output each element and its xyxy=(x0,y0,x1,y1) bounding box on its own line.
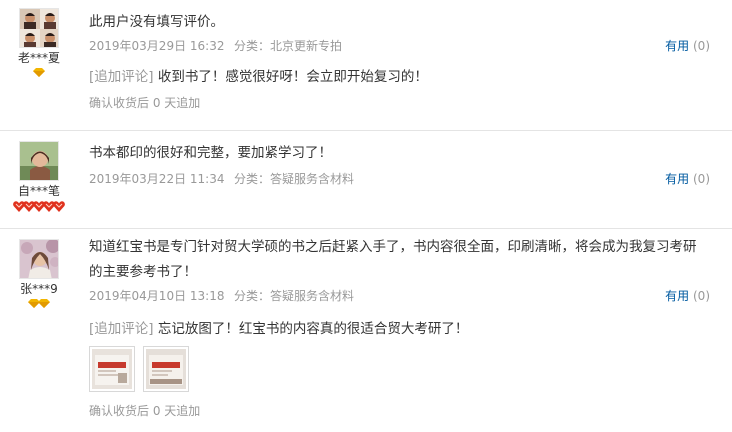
reviewer-info: 自***笔 xyxy=(0,141,78,213)
review-content: 此用户没有填写评价。 xyxy=(89,14,224,30)
review-images xyxy=(89,346,719,394)
useful-button[interactable]: 有用 xyxy=(665,39,689,53)
avatar[interactable] xyxy=(19,141,59,181)
reviewer-info: 老***夏 xyxy=(0,8,78,80)
append-timing: 确认收货后 0 天追加 xyxy=(89,96,201,110)
useful-button[interactable]: 有用 xyxy=(665,172,689,186)
review-item: 老***夏 此用户没有填写评价。 2019年03月29日 16:32 分类：北京… xyxy=(0,0,732,131)
username[interactable]: 自***笔 xyxy=(0,184,78,198)
append-review: [追加评论] 收到书了！感觉很好呀！会立即开始复习的！ xyxy=(89,66,719,88)
append-tag: [追加评论] xyxy=(89,321,154,337)
review-meta: 2019年03月29日 16:32 分类：北京更新专拍 有用 (0) xyxy=(89,36,719,56)
useful-count: (0) xyxy=(693,172,710,186)
review-item: 自***笔 书本都印的很好和完整，要加紧学习了！ 2019年03月22日 11:… xyxy=(0,131,732,229)
avatar[interactable] xyxy=(19,239,59,279)
review-content: 书本都印的很好和完整，要加紧学习了！ xyxy=(89,145,332,161)
gold-diamond-icon xyxy=(33,68,45,77)
useful-vote: 有用 (0) xyxy=(665,169,710,189)
useful-button[interactable]: 有用 xyxy=(665,289,689,303)
gold-diamond-icon xyxy=(38,299,50,308)
review-image-thumbnail[interactable] xyxy=(143,346,189,392)
review-content-line: 知道红宝书是专门针对贸大学硕的书之后赶紧入手了，书内容很全面，印刷清晰，将会成为… xyxy=(89,239,697,255)
review-category: 分类：答疑服务含材料 xyxy=(234,172,355,186)
username[interactable]: 张***9 xyxy=(0,282,78,296)
append-text: 收到书了！感觉很好呀！会立即开始复习的！ xyxy=(157,69,428,85)
review-meta: 2019年04月10日 13:18 分类：答疑服务含材料 有用 (0) xyxy=(89,286,719,306)
append-review: [追加评论] 忘记放图了！红宝书的内容真的很适合贸大考研了！ xyxy=(89,318,719,340)
append-tag: [追加评论] xyxy=(89,69,154,85)
useful-vote: 有用 (0) xyxy=(665,286,710,306)
reviewer-info: 张***9 xyxy=(0,239,78,311)
useful-vote: 有用 (0) xyxy=(665,36,710,56)
red-heart-icon xyxy=(53,201,65,212)
review-date: 2019年03月22日 11:34 xyxy=(89,172,225,186)
user-level-badges xyxy=(0,68,78,80)
review-content-line: 的主要参考书了！ xyxy=(89,264,197,280)
review-date: 2019年03月29日 16:32 xyxy=(89,39,225,53)
avatar[interactable] xyxy=(19,8,59,48)
review-image-thumbnail[interactable] xyxy=(89,346,135,392)
user-level-badges xyxy=(0,299,78,311)
append-timing: 确认收货后 0 天追加 xyxy=(89,404,201,418)
review-item: 张***9 知道红宝书是专门针对贸大学硕的书之后赶紧入手了，书内容很全面，印刷清… xyxy=(0,229,732,432)
review-category: 分类：北京更新专拍 xyxy=(234,39,343,53)
review-meta: 2019年03月22日 11:34 分类：答疑服务含材料 有用 (0) xyxy=(89,169,719,189)
useful-count: (0) xyxy=(693,289,710,303)
append-text: 忘记放图了！红宝书的内容真的很适合贸大考研了！ xyxy=(157,321,469,337)
user-level-badges xyxy=(0,201,78,213)
review-content: 知道红宝书是专门针对贸大学硕的书之后赶紧入手了，书内容很全面，印刷清晰，将会成为… xyxy=(89,235,719,285)
review-date: 2019年04月10日 13:18 xyxy=(89,289,225,303)
useful-count: (0) xyxy=(693,39,710,53)
username[interactable]: 老***夏 xyxy=(0,51,78,65)
review-category: 分类：答疑服务含材料 xyxy=(234,289,355,303)
